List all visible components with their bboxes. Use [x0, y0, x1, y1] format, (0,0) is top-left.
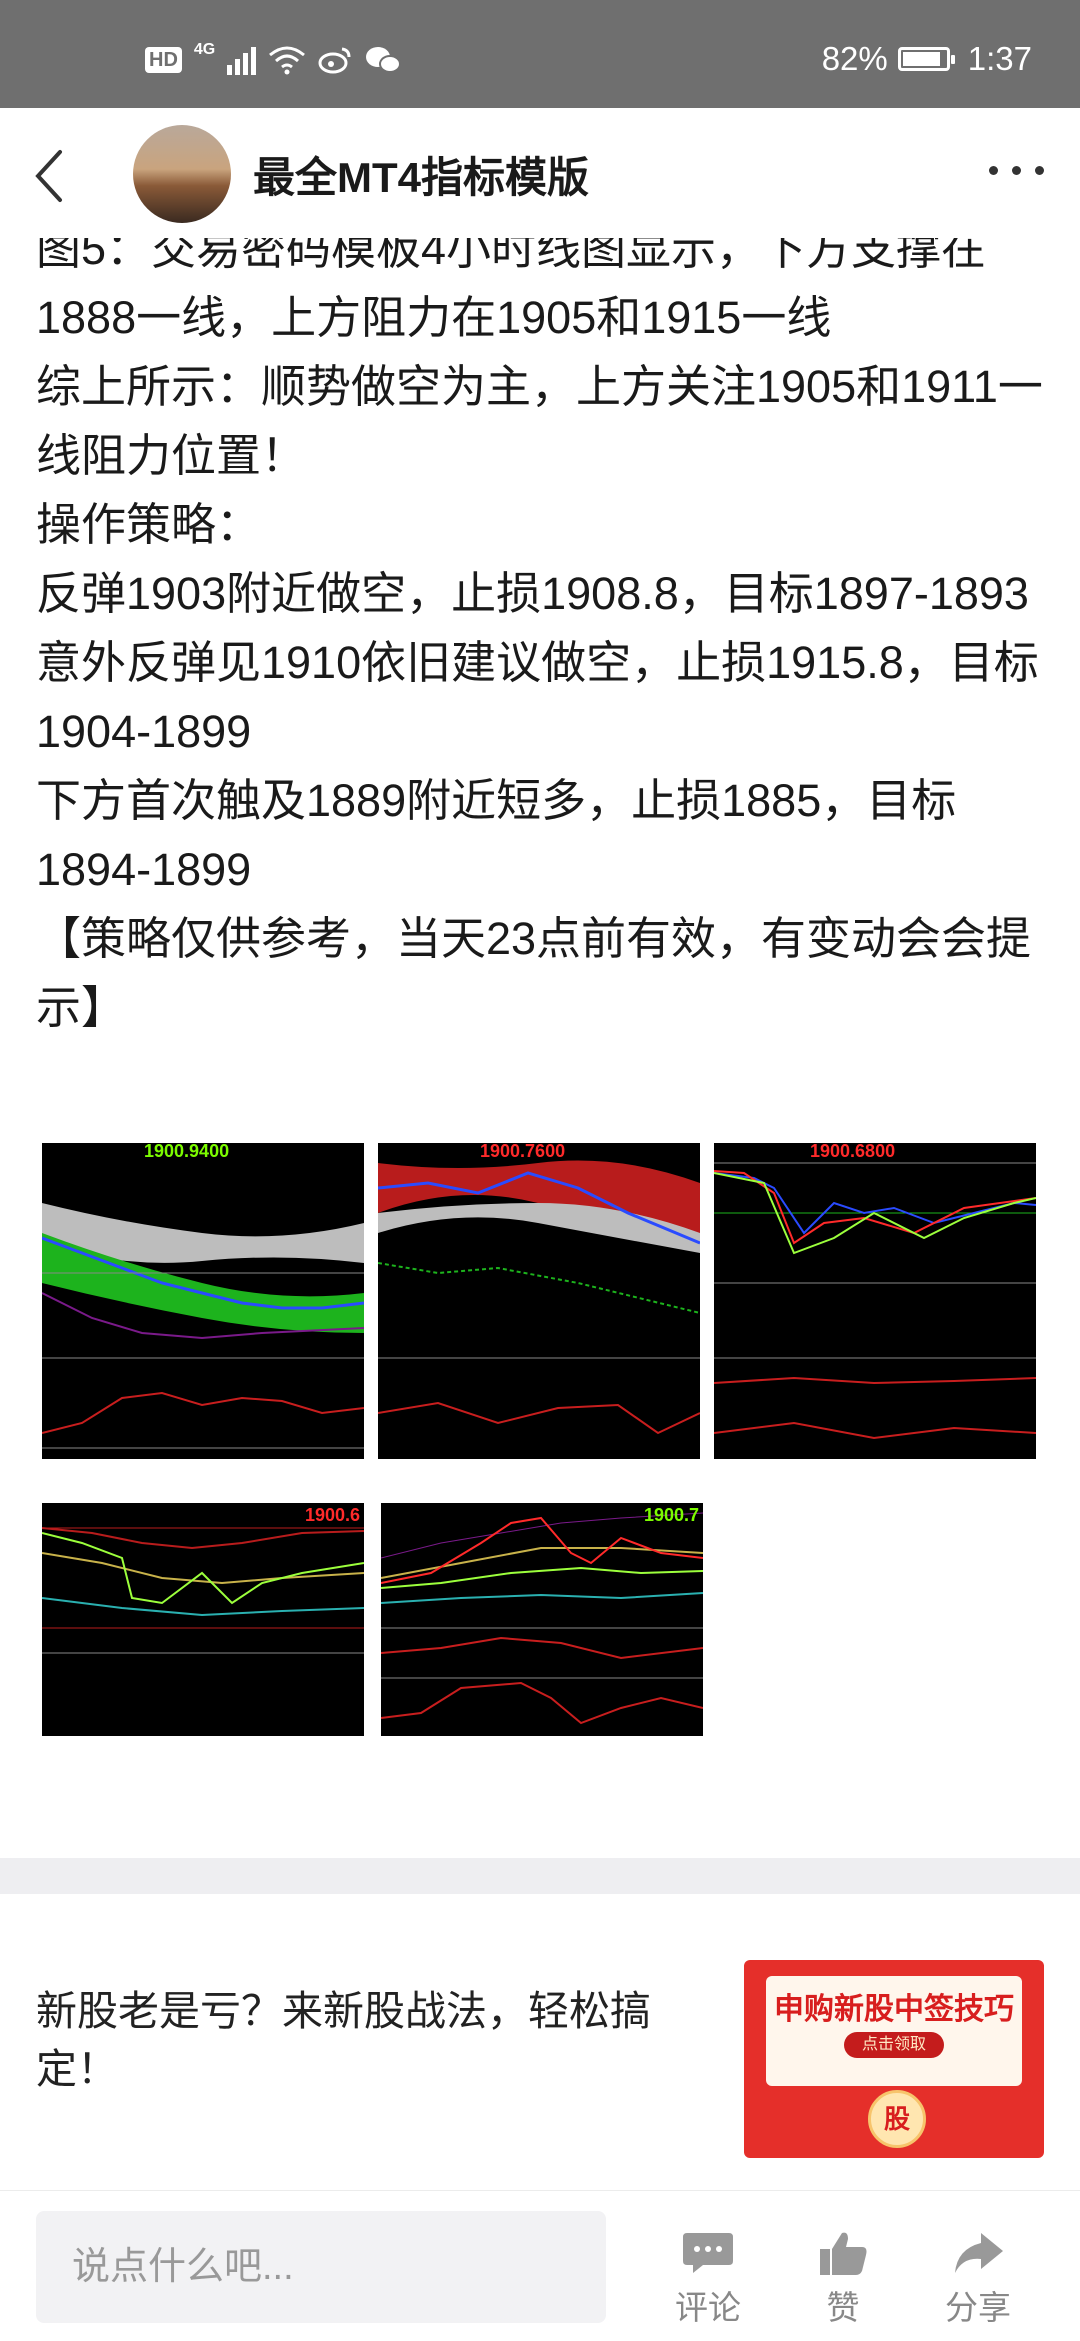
article-paragraph: 反弹1903附近做空，止损1908.8，目标1897-1893	[36, 568, 1029, 619]
share-label: 分享	[945, 2289, 1011, 2326]
share-icon	[955, 2233, 1003, 2273]
more-dots-icon[interactable]	[989, 166, 1044, 175]
like-button[interactable]: 赞	[793, 2229, 893, 2329]
section-divider	[0, 1858, 1080, 1894]
top-header: 最全MT4指标模版	[0, 108, 1080, 238]
status-right: 82% 1:37	[822, 40, 1032, 78]
article-paragraph: 下方首次触及1889附近短多，止损1885，目标1894-1899	[36, 775, 957, 895]
status-left: HD 4G	[145, 40, 402, 80]
comment-button[interactable]: 评论	[658, 2229, 758, 2329]
article-body: 图5：交易密码模板4小时线图显示，下方支撑在1888一线，上方阻力在1905和1…	[0, 238, 1080, 1858]
avatar[interactable]	[133, 125, 231, 223]
bottom-action-bar: 评论 赞 分享	[0, 2190, 1080, 2341]
ad-coin-icon: 股	[868, 2090, 926, 2148]
chart-price-label: 1900.6	[304, 1505, 360, 1525]
comment-icon	[683, 2233, 733, 2273]
wifi-icon	[269, 46, 306, 75]
article-paragraph: 操作策略：	[36, 499, 262, 550]
article-paragraph: 图5：交易密码模板4小时线图显示，下方支撑在1888一线，上方阻力在1905和1…	[36, 238, 987, 343]
hd-badge: HD	[145, 47, 182, 73]
chart-price-label: 1900.9400	[144, 1143, 230, 1161]
ad-image-title: 申购新股中签技巧	[774, 1993, 1014, 2026]
weibo-icon	[318, 47, 351, 74]
share-button[interactable]: 分享	[928, 2229, 1028, 2329]
ad-text[interactable]: 新股老是亏？来新股战法，轻松搞定！	[36, 1982, 696, 2098]
chart-price-label: 1900.6800	[810, 1143, 896, 1161]
thumbs-up-icon	[820, 2232, 867, 2275]
comment-label: 评论	[675, 2289, 741, 2326]
network-type: 4G	[193, 41, 216, 58]
page-title[interactable]: 最全MT4指标模版	[253, 144, 589, 205]
chart-image-3[interactable]: 1900.6800	[714, 1143, 1036, 1459]
chart-price-label: 1900.7	[643, 1505, 699, 1525]
chart-image-4[interactable]: 1900.6	[42, 1503, 364, 1736]
ad-image-button[interactable]: 点击领取	[844, 2032, 944, 2058]
chart-image-2[interactable]: 1900.7600	[378, 1143, 700, 1459]
clock: 1:37	[967, 40, 1032, 77]
ad-image[interactable]: 申购新股中签技巧 点击领取 股	[744, 1960, 1044, 2158]
article-paragraph: 【策略仅供参考，当天23点前有效，有变动会会提示】	[36, 913, 1032, 1033]
chart-price-label: 1900.7600	[480, 1143, 566, 1161]
ad-banner[interactable]: 新股老是亏？来新股战法，轻松搞定！ 申购新股中签技巧 点击领取 股	[0, 1894, 1080, 2190]
signal-icon	[227, 45, 257, 75]
comment-input[interactable]	[36, 2211, 606, 2323]
chart-image-5[interactable]: 1900.7	[381, 1503, 703, 1736]
chart-image-1[interactable]: 1900.9400	[42, 1143, 364, 1459]
article-paragraph: 意外反弹见1910依旧建议做空，止损1915.8，目标1904-1899	[36, 637, 1039, 757]
like-label: 赞	[826, 2289, 860, 2326]
article-text: 图5：交易密码模板4小时线图显示，下方支撑在1888一线，上方阻力在1905和1…	[36, 238, 1046, 1042]
status-bar: HD 4G 82% 1:37	[0, 0, 1080, 108]
battery-percent: 82%	[821, 40, 888, 77]
battery-icon	[897, 47, 955, 71]
wechat-icon	[366, 47, 402, 73]
chevron-left-icon[interactable]	[30, 146, 74, 206]
article-paragraph: 综上所示：顺势做空为主，上方关注1905和1911一线阻力位置！	[36, 361, 1043, 481]
